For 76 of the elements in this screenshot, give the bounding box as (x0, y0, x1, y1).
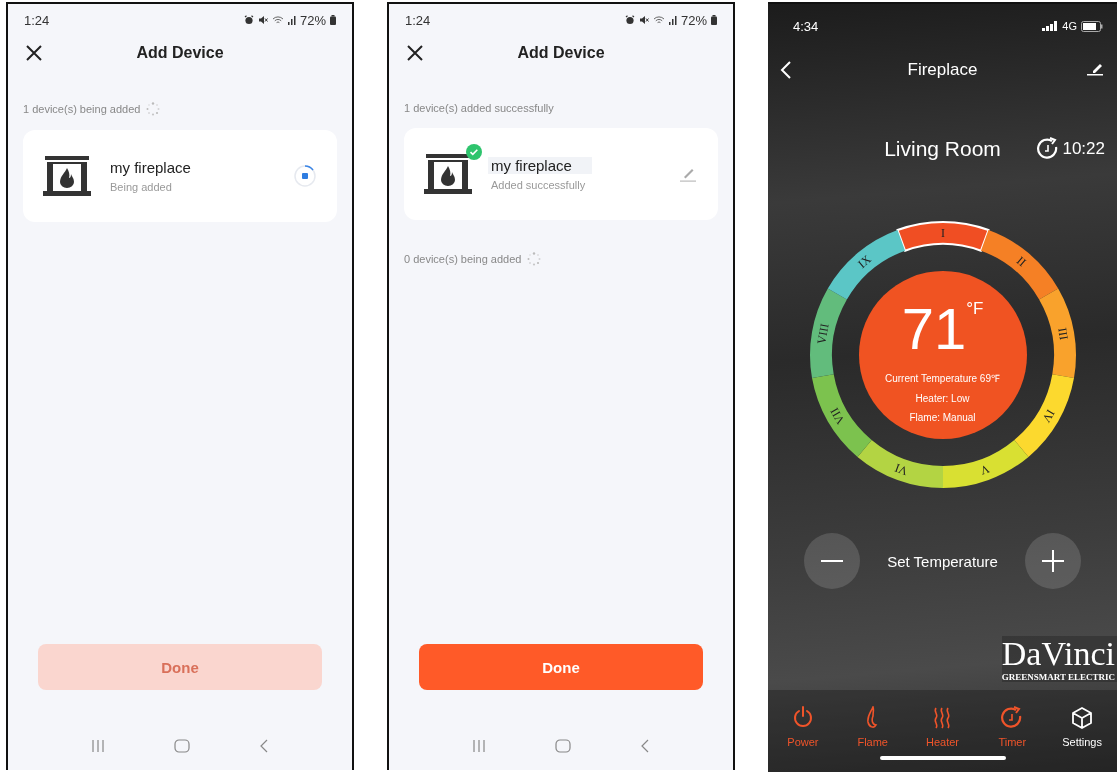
progress-text: 1 device(s) being added (23, 103, 141, 115)
screen-title: Fireplace (907, 60, 978, 80)
battery-icon (711, 15, 717, 25)
dial-numeral: IV (1038, 407, 1058, 425)
tab-button[interactable]: Timer (977, 706, 1048, 748)
dial-numeral: VIII (813, 322, 832, 346)
device-status: Added successfully (490, 179, 587, 191)
home-icon[interactable] (555, 739, 571, 753)
back-icon[interactable] (780, 61, 792, 79)
status-time: 1:24 (24, 12, 50, 28)
brand-name: DaVinci (1001, 636, 1115, 672)
status-text: Flame: Manual (909, 412, 976, 423)
dial-segment[interactable] (827, 230, 905, 300)
signal-icon (668, 15, 677, 25)
status-time: 1:24 (405, 12, 431, 28)
battery-level: 72% (299, 12, 326, 28)
mute-icon (257, 15, 268, 25)
screen-title: Add Device (517, 44, 605, 62)
status-time: 4:34 (793, 18, 819, 34)
alarm-icon (624, 15, 635, 25)
device-name: my fireplace (488, 157, 592, 174)
alarm-icon (243, 15, 254, 25)
tab-button[interactable]: Flame (837, 706, 908, 748)
brand-tagline: GREENSMART ELECTRIC (1001, 672, 1115, 682)
dial-segment[interactable] (942, 440, 1028, 488)
timer-value: 10:22 (1062, 139, 1105, 159)
fireplace-icon (43, 156, 91, 196)
progress-text: 0 device(s) being added (404, 253, 522, 265)
progress-text: 1 device(s) added successfully (404, 102, 554, 114)
signal-icon (287, 15, 296, 25)
tab-button[interactable]: Settings (1047, 706, 1117, 748)
close-icon[interactable] (26, 45, 42, 61)
status-text: Heater: Low (915, 393, 970, 404)
dial-segment[interactable] (1013, 374, 1074, 457)
battery-icon (1081, 20, 1103, 32)
dial-numeral: VII (826, 405, 848, 427)
wifi-icon (652, 15, 665, 25)
battery-icon (330, 15, 336, 25)
dial-segment[interactable] (980, 230, 1058, 300)
screen-title: Add Device (136, 44, 224, 62)
wifi-icon (271, 15, 284, 25)
tab-button[interactable]: Heater (907, 706, 978, 748)
temperature-unit: °F (966, 299, 984, 319)
minus-icon (821, 560, 843, 562)
dial-segment[interactable] (809, 288, 847, 379)
device-card[interactable]: my fireplace Added successfully (404, 128, 718, 220)
room-name: Living Room (884, 137, 1001, 161)
dial-segment[interactable] (896, 221, 989, 252)
home-icon[interactable] (174, 739, 190, 753)
plus-icon (1042, 550, 1064, 572)
dial-numeral: I (940, 226, 945, 240)
dial-segment[interactable] (857, 440, 943, 488)
status-text: Current Temperature 69℉ (885, 372, 1000, 385)
dial-numeral: IX (854, 252, 874, 271)
mute-icon (638, 15, 649, 25)
done-button[interactable]: Done (419, 644, 703, 690)
close-icon[interactable] (407, 45, 423, 61)
dial-segment[interactable] (811, 374, 872, 457)
dial-numeral: VI (892, 460, 910, 479)
set-temperature: 71 (901, 297, 967, 361)
battery-level: 72% (680, 12, 707, 28)
edit-icon[interactable] (1087, 62, 1103, 76)
fireplace-icon (424, 154, 472, 194)
set-temperature-label: Set Temperature (887, 552, 998, 570)
device-status: Being added (109, 181, 173, 193)
signal-icon (1042, 21, 1059, 31)
device-card[interactable]: my fireplace Being added (23, 130, 337, 222)
dial-segment[interactable] (1038, 288, 1076, 379)
increase-button[interactable] (1025, 533, 1081, 589)
settings-icon (1070, 706, 1095, 730)
device-name: my fireplace (109, 159, 192, 176)
tab-button[interactable]: Power (768, 706, 838, 748)
dial-numeral: V (977, 461, 991, 478)
dial-numeral: II (1013, 253, 1029, 270)
network-type: 4G (1062, 20, 1077, 32)
dial-numeral: III (1054, 326, 1071, 341)
